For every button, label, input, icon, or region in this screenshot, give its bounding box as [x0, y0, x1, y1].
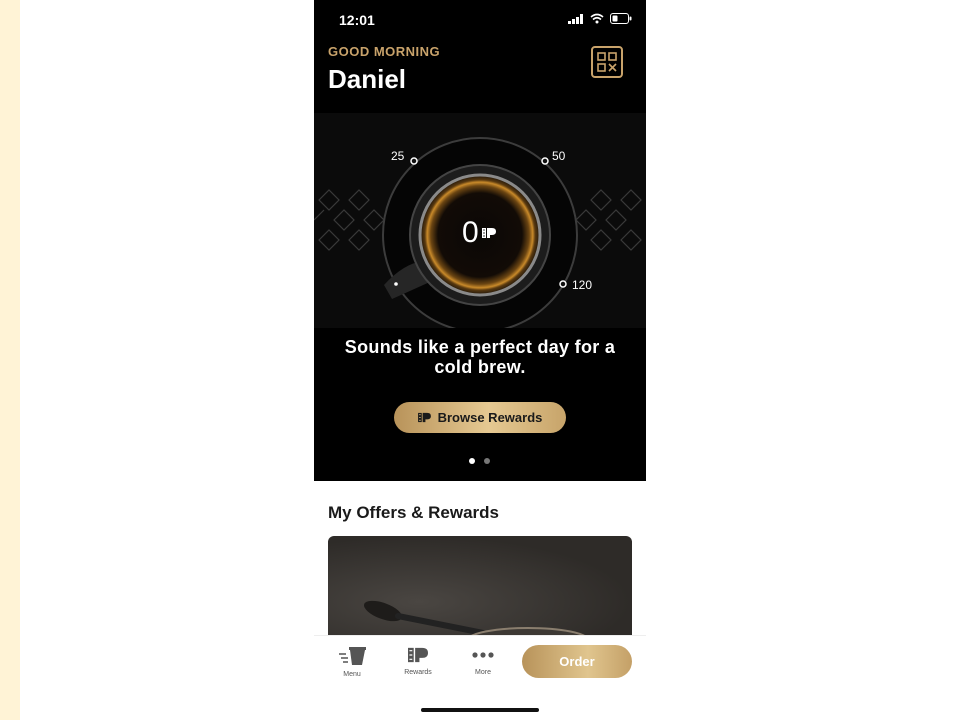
bottom-tab-bar: Menu Rewards More Order [314, 635, 646, 720]
user-name: Daniel [328, 64, 407, 94]
offer-card[interactable] [328, 536, 632, 646]
coffee-cup-icon [339, 647, 366, 665]
tab-more[interactable]: More [458, 646, 508, 676]
tab-rewards-label: Rewards [404, 669, 432, 676]
status-time: 12:01 [339, 12, 375, 28]
more-dots-icon [472, 652, 494, 658]
order-button[interactable]: Order [522, 645, 632, 678]
status-icons [568, 13, 632, 24]
greeting-text: GOOD MORNING [328, 44, 441, 59]
tab-more-label: More [475, 669, 491, 676]
tab-menu-label: Menu [343, 671, 361, 678]
order-button-label: Order [559, 654, 595, 669]
milestone-marker-50 [541, 157, 549, 165]
weather-tagline: Sounds like a perfect day for a cold bre… [344, 337, 616, 377]
signal-icon [568, 13, 583, 24]
status-bar: 12:01 [314, 0, 646, 40]
rewards-p-icon [481, 228, 496, 238]
milestone-label-120: 120 [572, 278, 593, 292]
offers-section-title: My Offers & Rewards [328, 503, 499, 522]
milestone-label-25: 25 [391, 149, 405, 163]
qr-code-icon [597, 52, 617, 72]
browse-rewards-button[interactable]: Browse Rewards [394, 402, 566, 433]
battery-icon [610, 13, 632, 24]
qr-code-button[interactable] [591, 46, 623, 78]
tab-rewards[interactable]: Rewards [393, 646, 443, 676]
points-readout: 0 [462, 216, 496, 250]
home-indicator [421, 708, 539, 712]
carousel-dot-1[interactable] [469, 458, 475, 464]
milestone-marker-120 [559, 280, 567, 288]
wifi-icon [590, 13, 604, 24]
tab-menu[interactable]: Menu [327, 646, 377, 678]
phone-screen: 12:01 GOOD MORNING Daniel 25 50 120 0 So… [314, 0, 646, 720]
milestone-label-50: 50 [552, 149, 566, 163]
carousel-dots [469, 458, 490, 464]
milestone-marker-25 [410, 157, 418, 165]
points-value: 0 [462, 216, 479, 249]
progress-start-dot [394, 282, 398, 286]
rewards-p-icon [408, 647, 428, 663]
browse-rewards-label: Browse Rewards [437, 410, 543, 425]
left-margin-strip [0, 0, 20, 720]
spoon-image [364, 600, 589, 646]
rewards-p-icon [417, 412, 431, 423]
carousel-dot-2[interactable] [484, 458, 490, 464]
